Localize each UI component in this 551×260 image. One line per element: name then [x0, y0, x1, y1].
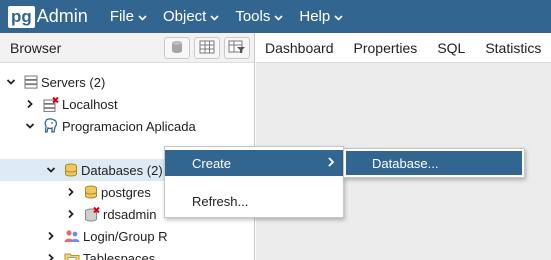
- database-cylinder-icon: [169, 39, 185, 58]
- browser-title: Browser: [10, 39, 62, 56]
- menu-object-label: Object: [162, 8, 207, 25]
- filter-table-icon: [228, 40, 246, 57]
- server-disconnected-icon: [43, 96, 59, 112]
- menu-help[interactable]: Help: [299, 8, 343, 25]
- tree-label-postgres: postgres: [101, 184, 151, 200]
- submenu-database[interactable]: Database...: [346, 151, 522, 175]
- tablespace-folder-icon: [64, 251, 80, 260]
- chevron-down-icon[interactable]: [46, 165, 56, 175]
- tab-statistics[interactable]: Statistics: [485, 40, 541, 56]
- top-menubar: pg Admin File Object Tools Help: [0, 0, 551, 33]
- context-menu-create[interactable]: Create: [165, 150, 343, 176]
- tree-node-server-programacion[interactable]: Programacion Aplicada: [25, 115, 196, 137]
- tab-sql[interactable]: SQL: [437, 40, 465, 56]
- menu-file-label: File: [109, 8, 134, 25]
- tab-properties[interactable]: Properties: [354, 40, 418, 56]
- menu-tools[interactable]: Tools: [235, 8, 283, 25]
- logo-admin: Admin: [36, 6, 88, 26]
- logo-pg: pg: [8, 5, 35, 28]
- context-menu-refresh[interactable]: Refresh...: [165, 188, 343, 214]
- tab-dashboard[interactable]: Dashboard: [265, 40, 334, 56]
- tree-label-servers: Servers (2): [41, 74, 106, 90]
- menu-object[interactable]: Object: [163, 8, 219, 25]
- chevron-right-icon[interactable]: [46, 231, 56, 241]
- tree-label-rdsadmin: rdsadmin: [103, 206, 157, 222]
- tree-label-tablespaces: Tablespaces: [83, 250, 156, 260]
- menu-tools-label: Tools: [235, 8, 271, 25]
- menu-file[interactable]: File: [110, 8, 147, 25]
- chevron-down-icon: [274, 13, 283, 23]
- tree-label-localhost: Localhost: [62, 96, 118, 112]
- tree-node-rdsadmin[interactable]: rdsadmin: [66, 203, 156, 225]
- query-tool-button[interactable]: [164, 37, 190, 59]
- main-tabs: Dashboard Properties SQL Statistics: [256, 33, 551, 63]
- database-icon: [84, 185, 98, 199]
- tree-node-tablespaces[interactable]: Tablespaces: [46, 247, 155, 260]
- tree-node-localhost[interactable]: Localhost: [25, 93, 118, 115]
- chevron-down-icon: [210, 13, 219, 23]
- tree-node-postgres[interactable]: postgres: [66, 181, 151, 203]
- chevron-right-icon[interactable]: [25, 99, 35, 109]
- chevron-right-icon: [327, 156, 335, 171]
- chevron-down-icon: [138, 13, 147, 23]
- filtered-rows-button[interactable]: [224, 37, 250, 59]
- chevron-right-icon[interactable]: [66, 187, 76, 197]
- tree-label-databases: Databases (2): [81, 162, 163, 178]
- servers-icon: [24, 75, 38, 89]
- tree-label-programacion: Programacion Aplicada: [62, 118, 196, 134]
- pgadmin-logo: pg Admin: [8, 0, 88, 33]
- chevron-right-icon[interactable]: [46, 253, 56, 260]
- tree-node-login-roles[interactable]: Login/Group R: [46, 225, 168, 247]
- submenu-database-label: Database...: [372, 155, 439, 171]
- tree-node-servers[interactable]: Servers (2): [6, 71, 105, 93]
- context-menu-create-label: Create: [192, 155, 232, 171]
- table-grid-icon: [199, 40, 215, 57]
- menu-help-label: Help: [299, 8, 331, 25]
- tree-node-databases[interactable]: Databases (2): [46, 159, 163, 181]
- context-menu-refresh-label: Refresh...: [192, 193, 249, 209]
- users-group-icon: [64, 229, 80, 243]
- browser-panel-header: Browser: [0, 33, 254, 63]
- databases-icon: [64, 163, 78, 177]
- chevron-down-icon[interactable]: [25, 121, 35, 131]
- chevron-down-icon: [334, 13, 343, 23]
- context-menu: Create Refresh...: [164, 146, 344, 218]
- database-disconnected-icon: [84, 206, 100, 222]
- view-data-button[interactable]: [194, 37, 220, 59]
- tree-label-login-roles: Login/Group R: [83, 228, 168, 244]
- main-menu: File Object Tools Help: [110, 8, 359, 25]
- postgresql-elephant-icon: [43, 118, 59, 134]
- chevron-down-icon[interactable]: [6, 77, 16, 87]
- create-submenu: Database...: [343, 148, 525, 178]
- chevron-right-icon[interactable]: [66, 209, 76, 219]
